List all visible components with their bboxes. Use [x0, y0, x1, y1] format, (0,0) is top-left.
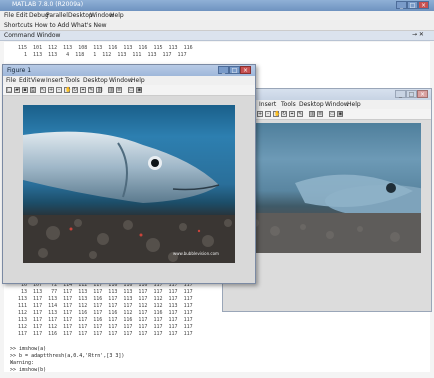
zoom-out-icon[interactable]: -: [56, 87, 62, 93]
fig2-menu-tools[interactable]: Tools: [281, 101, 296, 108]
fig1-menu-help[interactable]: Help: [131, 77, 145, 84]
datacursor-icon[interactable]: ⌖: [289, 111, 295, 117]
fig1-maximize-button[interactable]: □: [229, 66, 240, 74]
fig2-menu-desktop[interactable]: Desktop: [299, 101, 324, 108]
menu-parallel[interactable]: Parallel: [46, 12, 68, 19]
fish-photo-dim: [235, 174, 421, 253]
fig1-menu-view[interactable]: View: [31, 77, 45, 84]
figure1-canvas: www.bubblevision.com: [3, 96, 255, 283]
menu-edit[interactable]: Edit: [16, 12, 28, 19]
figure1-menubar: File Edit View Insert Tools Desktop Wind…: [3, 76, 255, 85]
minimize-button[interactable]: _: [396, 1, 407, 9]
fig1-minimize-button[interactable]: _: [218, 66, 229, 74]
output-row: 112 117 113 117 116 117 116 112 117 116 …: [18, 310, 193, 316]
prompt-line: Warning:: [10, 360, 35, 366]
show-plot-tools-icon[interactable]: ▣: [337, 111, 343, 117]
command-window-label: Command Window: [4, 32, 61, 39]
figure1-title: Figure 1: [7, 67, 32, 74]
prompt-line: >> imshow(b): [10, 367, 47, 373]
print-icon[interactable]: ⎙: [30, 87, 36, 93]
image-watermark: www.bubblevision.com: [173, 251, 219, 256]
pan-icon[interactable]: ✋: [64, 87, 71, 93]
fig2-menu-window[interactable]: Window: [325, 101, 349, 108]
brush-icon[interactable]: ✎: [88, 87, 94, 93]
zoom-in-icon[interactable]: +: [257, 111, 263, 117]
menu-help[interactable]: Help: [110, 12, 124, 19]
fish-photo: [23, 131, 235, 263]
show-plot-tools-icon[interactable]: ▣: [136, 87, 142, 93]
prompt-line: >> b = adaptthresh(a,0.4,'Rtrn',[3 3]): [10, 353, 125, 359]
output-row: 113 117 117 117 117 116 117 116 117 117 …: [18, 317, 193, 323]
close-button[interactable]: ×: [418, 1, 429, 9]
output-row: 111 117 114 117 112 117 117 117 112 112 …: [18, 303, 193, 309]
new-figure-icon[interactable]: □: [6, 87, 12, 93]
fig1-menu-desktop[interactable]: Desktop: [83, 77, 108, 84]
select-arrow-icon[interactable]: ↖: [40, 87, 46, 93]
rotate-icon[interactable]: ↻: [281, 111, 287, 117]
fig1-menu-tools[interactable]: Tools: [65, 77, 80, 84]
output-row: 112 117 112 117 117 117 117 117 117 117 …: [18, 324, 193, 330]
fig1-menu-insert[interactable]: Insert: [46, 77, 63, 84]
menu-file[interactable]: File: [4, 12, 14, 19]
output-row: 1 113 113 4 118 1 112 113 111 113 117 11…: [18, 52, 187, 58]
fig2-menu-insert[interactable]: Insert: [259, 101, 276, 108]
command-window-header: Command Window → ✕: [0, 31, 434, 41]
maximize-button[interactable]: □: [407, 1, 418, 9]
fig1-menu-window[interactable]: Window: [109, 77, 133, 84]
fig1-close-button[interactable]: ×: [240, 66, 251, 74]
output-row: 115 101 112 113 108 113 116 113 116 115 …: [18, 45, 193, 51]
figure1-titlebar: Figure 1 _ □ ×: [3, 65, 255, 76]
datacursor-icon[interactable]: ⌖: [80, 87, 86, 93]
fig2-maximize-button[interactable]: □: [406, 90, 417, 98]
fig2-close-button[interactable]: ×: [417, 90, 428, 98]
undock-icon[interactable]: → ✕: [412, 31, 424, 38]
main-menubar: File Edit Debug Parallel Desktop Window …: [0, 11, 434, 20]
legend-icon[interactable]: ≡: [317, 111, 323, 117]
colorbar-icon[interactable]: ▥: [108, 87, 114, 93]
rotate-icon[interactable]: ↻: [72, 87, 78, 93]
zoom-out-icon[interactable]: -: [265, 111, 271, 117]
figure1-toolbar: □ ▰ ▪ ⎙ ↖ + - ✋ ↻ ⌖ ✎ ⛓ ▥ ≡ ▭ ▣: [3, 85, 255, 96]
pan-icon[interactable]: ✋: [273, 111, 280, 117]
hide-plot-tools-icon[interactable]: ▭: [128, 87, 134, 93]
filtered-fish-image: [235, 123, 421, 253]
output-row: 113 117 113 117 113 116 117 113 117 112 …: [18, 296, 193, 302]
fig1-menu-edit[interactable]: Edit: [19, 77, 31, 84]
brush-icon[interactable]: ✎: [297, 111, 303, 117]
main-titlebar: MATLAB 7.8.0 (R2009a) _ □ ×: [0, 0, 434, 11]
legend-icon[interactable]: ≡: [116, 87, 122, 93]
shortcuts-label[interactable]: Shortcuts How to Add What's New: [4, 22, 107, 29]
colorbar-icon[interactable]: ▥: [309, 111, 315, 117]
fig2-menu-help[interactable]: Help: [347, 101, 361, 108]
zoom-in-icon[interactable]: +: [48, 87, 54, 93]
main-window-title: MATLAB 7.8.0 (R2009a): [12, 1, 84, 8]
figure-window-1[interactable]: Figure 1 _ □ × File Edit View Insert Too…: [2, 64, 256, 284]
output-row: 117 117 116 117 117 117 117 117 117 117 …: [18, 331, 193, 337]
shortcuts-toolbar: Shortcuts How to Add What's New: [0, 20, 434, 31]
hide-plot-tools-icon[interactable]: ▭: [329, 111, 335, 117]
save-icon[interactable]: ▪: [22, 87, 28, 93]
fig2-minimize-button[interactable]: _: [395, 90, 406, 98]
open-icon[interactable]: ▰: [14, 87, 20, 93]
fig1-menu-file[interactable]: File: [6, 77, 16, 84]
output-row: 13 113 77 117 113 117 113 113 117 117 11…: [18, 289, 193, 295]
fish-image: www.bubblevision.com: [23, 105, 235, 263]
link-icon[interactable]: ⛓: [96, 87, 103, 93]
prompt-line: >> imshow(a): [10, 346, 47, 352]
